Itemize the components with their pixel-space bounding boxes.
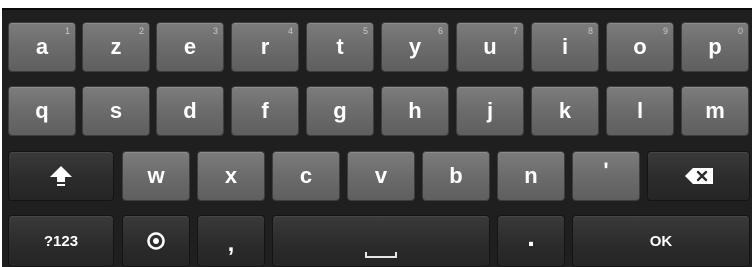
soft-keyboard: a 1 z 2 e 3 r 4 t 5 y 6 u 7 i 8 o 9 p 0 … [2, 8, 752, 267]
key-label: m [705, 98, 725, 123]
key-label: v [374, 163, 388, 188]
key-w[interactable]: w [122, 151, 190, 201]
key-q[interactable]: q [8, 86, 76, 136]
key-label: g [333, 98, 347, 123]
key-hint: 2 [138, 26, 144, 36]
key-label: o [633, 34, 647, 59]
key-o[interactable]: o 9 [606, 22, 674, 72]
shift-icon [48, 164, 74, 188]
key-label: w [147, 163, 165, 188]
key-label: l [636, 98, 644, 123]
key-t[interactable]: t 5 [306, 22, 374, 72]
key-f[interactable]: f [231, 86, 299, 136]
key-label: x [224, 163, 238, 188]
key-label: f [261, 98, 269, 123]
key-c[interactable]: c [272, 151, 340, 201]
period-key[interactable]: . [497, 215, 565, 267]
key-label: , [227, 230, 235, 257]
settings-key[interactable] [122, 215, 190, 267]
key-label: t [336, 34, 344, 59]
key-label: i [561, 34, 569, 59]
key-u[interactable]: u 7 [456, 22, 524, 72]
key-hint: 5 [362, 26, 368, 36]
key-label: y [408, 34, 422, 59]
key-i[interactable]: i 8 [531, 22, 599, 72]
key-s[interactable]: s [82, 86, 150, 136]
key-label: d [183, 98, 197, 123]
key-h[interactable]: h [381, 86, 449, 136]
key-a[interactable]: a 1 [8, 22, 76, 72]
key-label: s [109, 98, 123, 123]
comma-key[interactable]: , [197, 215, 265, 267]
key-m[interactable]: m [681, 86, 749, 136]
backspace-key[interactable] [647, 151, 750, 201]
symbols-key[interactable]: ?123 [8, 215, 114, 267]
key-label: ' [603, 158, 609, 183]
key-z[interactable]: z 2 [82, 22, 150, 72]
key-hint: 0 [737, 26, 743, 36]
key-hint: 1 [64, 26, 70, 36]
key-label: q [35, 98, 49, 123]
key-label: u [483, 34, 497, 59]
key-y[interactable]: y 6 [381, 22, 449, 72]
key-hint: 6 [437, 26, 443, 36]
key-label: . [527, 221, 535, 252]
key-j[interactable]: j [456, 86, 524, 136]
key-n[interactable]: n [497, 151, 565, 201]
key-label: n [524, 163, 538, 188]
key-apostrophe[interactable]: ' [572, 151, 640, 201]
key-label: e [183, 34, 197, 59]
settings-icon [146, 231, 166, 251]
key-x[interactable]: x [197, 151, 265, 201]
key-b[interactable]: b [422, 151, 490, 201]
key-label: a [35, 34, 49, 59]
key-hint: 4 [287, 26, 293, 36]
key-label: h [408, 98, 422, 123]
key-k[interactable]: k [531, 86, 599, 136]
key-label: c [299, 163, 313, 188]
key-d[interactable]: d [156, 86, 224, 136]
key-hint: 7 [512, 26, 518, 36]
key-label: r [260, 34, 270, 59]
key-r[interactable]: r 4 [231, 22, 299, 72]
key-p[interactable]: p 0 [681, 22, 749, 72]
key-label: z [110, 34, 122, 59]
key-hint: 9 [662, 26, 668, 36]
key-v[interactable]: v [347, 151, 415, 201]
key-label: p [708, 34, 722, 59]
shift-key[interactable] [8, 151, 114, 201]
backspace-icon [684, 167, 714, 185]
key-label: j [486, 98, 494, 123]
key-e[interactable]: e 3 [156, 22, 224, 72]
key-l[interactable]: l [606, 86, 674, 136]
space-key[interactable] [272, 215, 490, 267]
space-icon [365, 252, 397, 258]
key-g[interactable]: g [306, 86, 374, 136]
ok-key[interactable]: OK [572, 215, 750, 267]
key-hint: 8 [587, 26, 593, 36]
key-label: b [449, 163, 463, 188]
key-label: OK [649, 232, 673, 250]
key-label: ?123 [43, 232, 79, 250]
key-label: k [558, 98, 572, 123]
key-hint: 3 [212, 26, 218, 36]
